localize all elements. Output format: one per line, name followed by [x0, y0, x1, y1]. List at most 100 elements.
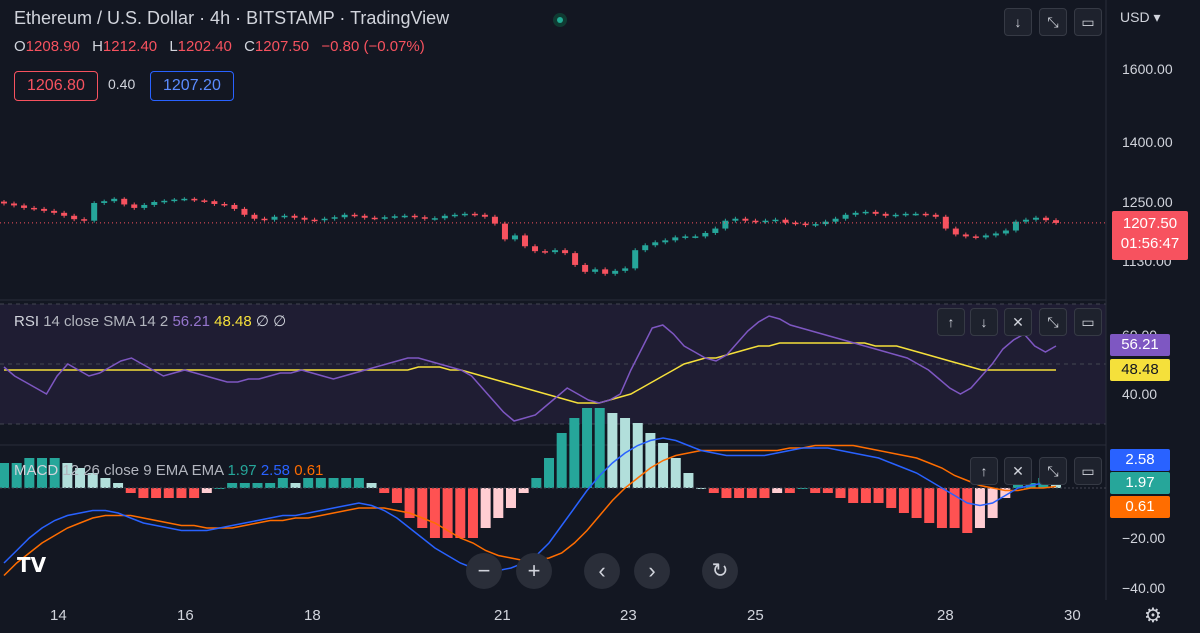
candle-body: [401, 215, 408, 218]
macd-histogram-bar: [531, 478, 542, 488]
price-axis-label: 1250.00: [1122, 194, 1173, 210]
macd-histogram-bar: [505, 488, 516, 508]
candle-body: [321, 218, 328, 221]
candle-body: [982, 235, 989, 238]
candle-body: [662, 240, 669, 243]
candle-body: [702, 232, 709, 237]
macd-histogram-bar: [100, 478, 111, 488]
candle-body: [131, 204, 138, 208]
reset-icon[interactable]: ↻: [702, 553, 738, 589]
collapse-icon[interactable]: ⤡: [1039, 457, 1067, 485]
macd-histogram-bar: [936, 488, 947, 528]
candle-body: [511, 235, 518, 240]
macd-histogram-bar: [366, 483, 377, 488]
current-price-tag: 1207.50 01:56:47: [1112, 211, 1188, 260]
current-price: 1207.50: [1122, 215, 1178, 232]
arrow-up-icon[interactable]: ↑: [937, 308, 965, 336]
candle-body: [572, 253, 579, 265]
macd-legend[interactable]: MACD 12 26 close 9 EMA EMA 1.97 2.58 0.6…: [14, 462, 323, 479]
macd-histogram-bar: [201, 488, 212, 493]
macd-histogram-bar: [544, 458, 555, 488]
time-axis-label: 18: [304, 607, 321, 624]
macd-hist-tag: 1.97: [1110, 472, 1170, 494]
candle-body: [942, 216, 949, 229]
candle-body: [722, 220, 729, 229]
restore-icon[interactable]: ▭: [1074, 308, 1102, 336]
candle-body: [341, 214, 348, 218]
candle-body: [101, 201, 108, 203]
candle-body: [822, 221, 829, 225]
sell-button[interactable]: 1206.80: [14, 71, 98, 101]
candle-body: [381, 217, 388, 219]
candle-body: [441, 215, 448, 219]
arrow-down-icon[interactable]: ↓: [1004, 8, 1032, 36]
chevron-right-icon[interactable]: ›: [634, 553, 670, 589]
candle-body: [151, 202, 158, 205]
candle-body: [862, 211, 869, 214]
candle-body: [562, 250, 569, 254]
spread-value: 0.40: [108, 76, 136, 92]
candle-body: [802, 223, 809, 226]
time-axis-label: 21: [494, 607, 511, 624]
collapse-icon[interactable]: ⤡: [1039, 308, 1067, 336]
zoom-out-icon[interactable]: −: [466, 553, 502, 589]
close-icon[interactable]: ✕: [1004, 457, 1032, 485]
low-value: 1202.40: [177, 38, 232, 55]
currency-selector[interactable]: USD ▾: [1120, 9, 1160, 26]
rsi-legend[interactable]: RSI 14 close SMA 14 2 56.21 48.48 ∅ ∅: [14, 312, 286, 330]
macd-histogram-bar: [163, 488, 174, 498]
tradingview-logo[interactable]: 𝗧𝗩: [17, 553, 57, 583]
macd-histogram-bar: [455, 488, 466, 538]
macd-histogram-bar: [239, 483, 250, 488]
macd-histogram-bar: [176, 488, 187, 498]
buy-button[interactable]: 1207.20: [150, 71, 234, 101]
candle-body: [201, 200, 208, 202]
time-axis-label: 25: [747, 607, 764, 624]
candle-body: [251, 214, 258, 219]
time-axis-label: 14: [50, 607, 67, 624]
macd-value: 2.58: [260, 462, 291, 479]
macd-histogram-bar: [303, 478, 314, 488]
macd-histogram-bar: [467, 488, 478, 538]
candle-body: [1022, 219, 1029, 222]
candle-body: [582, 264, 589, 272]
macd-histogram-bar: [658, 443, 669, 488]
candle-body: [672, 237, 679, 241]
restore-icon[interactable]: ▭: [1074, 457, 1102, 485]
macd-histogram-bar: [189, 488, 200, 498]
candle-body: [311, 219, 318, 222]
candle-body: [21, 205, 28, 208]
settings-icon[interactable]: ⚙: [1144, 603, 1162, 628]
macd-histogram-bar: [353, 478, 364, 488]
macd-histogram-bar: [518, 488, 529, 493]
macd-histogram-bar: [0, 463, 9, 488]
macd-histogram-bar: [924, 488, 935, 523]
chevron-left-icon[interactable]: ‹: [584, 553, 620, 589]
macd-histogram-bar: [873, 488, 884, 503]
candle-body: [171, 199, 178, 202]
arrow-up-icon[interactable]: ↑: [970, 457, 998, 485]
candle-body: [1042, 217, 1049, 221]
candle-body: [932, 214, 939, 217]
candle-body: [471, 213, 478, 216]
time-axis-label: 30: [1064, 607, 1081, 624]
time-axis-label: 23: [620, 607, 637, 624]
zoom-in-icon[interactable]: +: [516, 553, 552, 589]
macd-histogram-bar: [582, 408, 593, 488]
macd-histogram-bar: [772, 488, 783, 493]
macd-histogram-bar: [708, 488, 719, 493]
rsi-value: 56.21: [172, 313, 210, 330]
close-icon[interactable]: ✕: [1004, 308, 1032, 336]
candle-body: [972, 236, 979, 238]
open-key: O: [14, 38, 26, 55]
candle-body: [692, 236, 699, 238]
candle-body: [762, 220, 769, 223]
candle-body: [141, 204, 148, 208]
macd-histogram-bar: [265, 483, 276, 488]
restore-icon[interactable]: ▭: [1074, 8, 1102, 36]
macd-histogram-bar: [227, 483, 238, 488]
rsi-axis-label: 40.00: [1122, 386, 1158, 402]
collapse-icon[interactable]: ⤡: [1039, 8, 1067, 36]
candle-body: [772, 219, 779, 222]
arrow-down-icon[interactable]: ↓: [970, 308, 998, 336]
